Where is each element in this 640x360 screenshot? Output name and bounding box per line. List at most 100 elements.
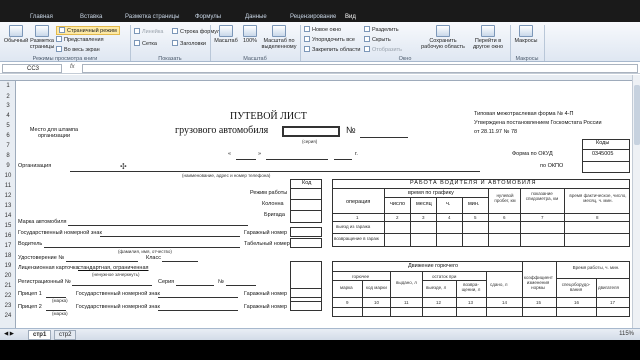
tab-review[interactable]: Рецензирование — [290, 14, 336, 20]
codes-divider — [582, 161, 630, 162]
day-label: число — [390, 201, 406, 207]
row-number[interactable]: 12 — [0, 193, 16, 199]
macros-button[interactable]: Макросы — [513, 25, 539, 44]
table-divider — [332, 297, 630, 298]
row-number[interactable]: 23 — [0, 303, 16, 309]
month-line — [266, 159, 328, 160]
row-number[interactable]: 9 — [0, 163, 16, 169]
reg-no-line — [72, 285, 152, 286]
row-number[interactable]: 6 — [0, 133, 16, 139]
row-number[interactable]: 10 — [0, 173, 16, 179]
hide-button[interactable]: Скрыть — [364, 36, 391, 43]
row-number[interactable]: 14 — [0, 213, 16, 219]
tab-view[interactable]: Вид — [345, 14, 356, 20]
ruler-checkbox[interactable]: Линейка — [134, 28, 163, 35]
row-number[interactable]: 22 — [0, 293, 16, 299]
switch-windows-button[interactable]: Перейти в другое окно — [468, 25, 508, 50]
macros-label: Макросы — [514, 38, 538, 44]
page-layout-label: Разметка страницы — [29, 38, 55, 50]
row-number[interactable]: 15 — [0, 223, 16, 229]
hide-icon — [364, 36, 370, 42]
fullscreen-button[interactable]: Во весь экран — [56, 46, 100, 53]
row-number[interactable]: 4 — [0, 113, 16, 119]
custom-views-button[interactable]: Представления — [56, 36, 104, 43]
zoom-100-button[interactable]: 100% — [240, 25, 260, 44]
fx-icon[interactable]: fx — [70, 64, 75, 70]
tab-formulas[interactable]: Формулы — [195, 14, 221, 20]
sheet-tab-1[interactable]: стр1 — [28, 330, 52, 340]
row-number[interactable]: 20 — [0, 273, 16, 279]
table-col — [390, 271, 391, 317]
zoom-selection-icon — [272, 25, 286, 37]
grid-checkbox[interactable]: Сетка — [134, 40, 157, 47]
col-num: 12 — [436, 300, 442, 305]
row-number[interactable]: 8 — [0, 153, 16, 159]
reg-plate-line — [100, 236, 240, 237]
row-number[interactable]: 21 — [0, 283, 16, 289]
name-box[interactable]: CC3 — [2, 64, 62, 73]
page-break-view-button[interactable]: Страничный режим — [56, 26, 120, 35]
garage-no-label: Гаражный номер — [244, 230, 288, 236]
page-layout-button[interactable]: Разметка страницы — [29, 25, 55, 50]
row-number[interactable]: 19 — [0, 263, 16, 269]
zoom-100-icon — [243, 25, 257, 37]
row-number[interactable]: 11 — [0, 183, 16, 189]
new-window-button[interactable]: Новое окно — [304, 26, 341, 33]
headings-checkbox[interactable]: Заголовки — [172, 40, 206, 47]
save-workspace-button[interactable]: Сохранить рабочую область — [420, 25, 466, 50]
normal-view-button[interactable]: Обычный — [3, 25, 29, 44]
operation-label: операция — [346, 199, 371, 205]
license-card-value: стандартная, ограниченная — [78, 265, 149, 271]
row-number[interactable]: 3 — [0, 103, 16, 109]
tab-data[interactable]: Данные — [245, 14, 267, 20]
row-number[interactable]: 16 — [0, 233, 16, 239]
okud-value[interactable]: 0345005 — [592, 151, 613, 157]
worksheet[interactable]: 1 2 3 4 5 6 7 8 9 10 11 12 13 14 15 16 17 18 19 20 21 22 23 24 … — [0, 75, 640, 328]
table-col — [520, 188, 521, 247]
row-number[interactable]: 18 — [0, 253, 16, 259]
typical-form: Типовая межотраслевая форма № 4-П — [474, 111, 574, 117]
zoom-selection-button[interactable]: Масштаб по выделенному — [261, 25, 297, 50]
row-number[interactable]: 24 — [0, 313, 16, 319]
vertical-scrollbar[interactable] — [632, 75, 640, 328]
page-layout-icon — [35, 25, 49, 37]
day-line — [236, 159, 256, 160]
row-number[interactable]: 5 — [0, 123, 16, 129]
row-number[interactable]: 7 — [0, 143, 16, 149]
column-headers[interactable] — [0, 75, 632, 81]
row-number[interactable]: 2 — [0, 94, 16, 100]
sheet-tab-2[interactable]: стр2 — [54, 330, 77, 340]
col-num: 13 — [468, 300, 474, 305]
freeze-panes-button[interactable]: Закрепить области — [304, 46, 360, 53]
year-suffix: г. — [355, 151, 358, 157]
garage-out-label: выезд из гаража — [336, 224, 371, 229]
odometer-label: показание спидометра, км — [525, 191, 559, 201]
no-line — [226, 285, 256, 286]
tab-home[interactable]: Главная — [30, 14, 53, 20]
number-sign: № — [346, 125, 356, 135]
arrange-all-button[interactable]: Упорядочить все — [304, 36, 355, 43]
formula-input[interactable] — [82, 64, 638, 73]
macros-icon — [519, 25, 533, 37]
row-number[interactable]: 1 — [0, 83, 16, 89]
col-num: 5 — [474, 215, 477, 220]
class-line — [162, 261, 198, 262]
tab-no-box[interactable] — [290, 238, 322, 248]
table-divider — [332, 271, 522, 272]
tab-page-layout[interactable]: Разметка страницы — [125, 14, 179, 20]
col-num: 9 — [346, 300, 349, 305]
row-number[interactable]: 13 — [0, 203, 16, 209]
zoom-button[interactable]: Масштаб — [213, 25, 239, 44]
row-headers[interactable]: 1 2 3 4 5 6 7 8 9 10 11 12 13 14 15 16 17 18 19 20 21 22 23 24 — [0, 81, 16, 328]
zoom-group-label: Масштаб — [243, 56, 267, 62]
split-button[interactable]: Разделить — [364, 26, 399, 33]
series-box[interactable] — [282, 126, 340, 137]
row-number[interactable]: 17 — [0, 243, 16, 249]
tab-insert[interactable]: Вставка — [80, 14, 102, 20]
zoom-level[interactable]: 115% — [619, 331, 634, 337]
table-divider — [332, 233, 630, 234]
garage-no-box[interactable] — [290, 227, 322, 237]
unhide-button[interactable]: Отобразить — [364, 46, 402, 53]
sheet-nav-icon[interactable]: ◀ ▶ — [4, 331, 14, 337]
scroll-thumb[interactable] — [634, 85, 640, 145]
